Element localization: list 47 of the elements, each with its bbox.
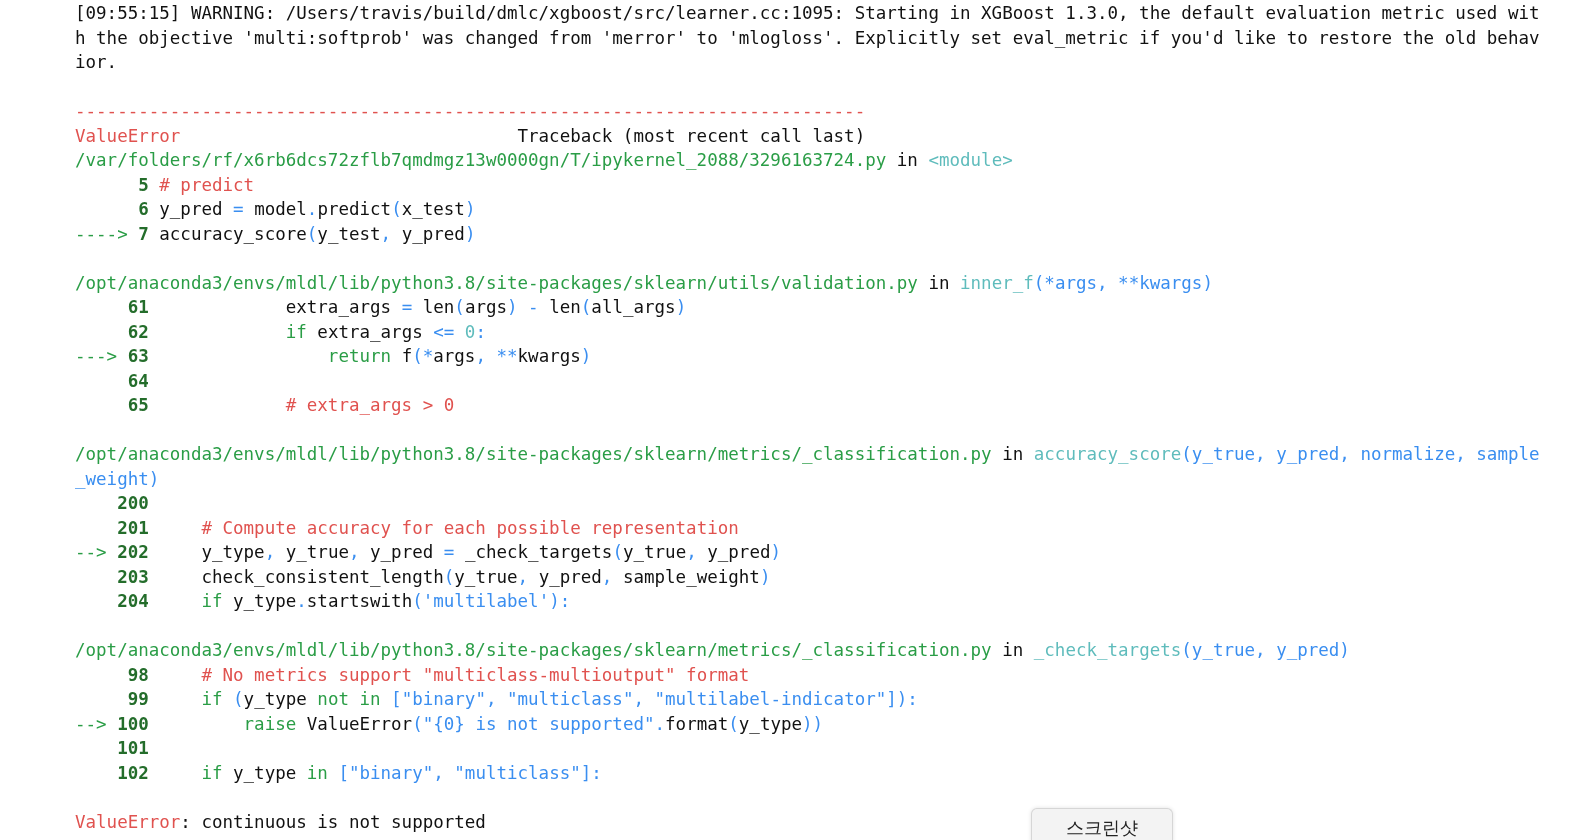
arrow-marker: --> — [75, 542, 107, 562]
line-number: 99 — [127, 689, 149, 709]
code-line: if (y_type not in ["binary", "multiclass", "multilabel-indicator"]): — [200, 689, 918, 709]
arrow-marker: ---> — [75, 346, 118, 366]
error-message: ValueError: continuous is not supported — [75, 810, 486, 834]
code-line: y_type, y_true, y_pred = _check_targets(y_true, y_pred) — [200, 542, 782, 562]
frame-header: /opt/anaconda3/envs/mldl/lib/python3.8/site-packages/sklearn/metrics/_classification.py in accuracy_score(y_true, y_pred, normalize, sample_weight) — [75, 443, 1541, 491]
screenshot-button[interactable]: 스크린샷 — [1031, 808, 1173, 840]
line-number: 65 — [127, 395, 149, 415]
arrow-marker: ----> — [75, 223, 128, 244]
line-number: 62 — [127, 321, 149, 342]
arrow-marker: --> — [75, 713, 107, 734]
code-line: # No metrics support "multiclass-multioutput" format — [200, 664, 750, 685]
line-number: 61 — [127, 297, 149, 317]
code-line: if extra_args <= 0: — [284, 321, 486, 342]
line-number: 64 — [127, 370, 149, 391]
frame-header: /opt/anaconda3/envs/mldl/lib/python3.8/site-packages/sklearn/metrics/_classification.py in _check_targets(y_true, y_pred) — [75, 639, 1351, 662]
line-number: 201 — [117, 517, 149, 538]
code-line: raise ValueError("{0} is not supported".format(y_type)) — [242, 713, 824, 734]
line-number: 6 — [138, 199, 149, 219]
code-line: extra_args = len(args) - len(all_args) — [284, 297, 687, 317]
code-line: # Compute accuracy for each possible representation — [200, 517, 739, 538]
code-line: return f(*args, **kwargs) — [326, 346, 592, 366]
code-line: y_pred = model.predict(x_test) — [159, 199, 476, 219]
warning-text: [09:55:15] WARNING: /Users/travis/build/dmlc/xgboost/src/learner.cc:1095: Starting in XGBoost 1.3.0, the default evaluation metric used with the objective 'multi:softprob' was changed from 'merror' to 'mlogloss'. Explicitly set eval_metric if you'd like to restore the old behavior. — [75, 2, 1541, 74]
code-line: # extra_args > 0 — [284, 395, 455, 415]
line-number: 200 — [117, 493, 149, 513]
line-number: 204 — [117, 591, 149, 611]
code-line: # predict — [159, 174, 255, 195]
line-number: 63 — [127, 346, 149, 366]
line-number: 5 — [138, 174, 149, 195]
line-number: 101 — [117, 738, 149, 758]
line-number: 98 — [127, 664, 149, 685]
traceback-title: Traceback (most recent call last) — [517, 124, 866, 148]
line-number: 202 — [117, 542, 149, 562]
code-line: if y_type in ["binary", "multiclass"]: — [200, 762, 602, 783]
code-line: if y_type.startswith('multilabel'): — [200, 591, 571, 611]
separator-text: --------------------------------------------------------------------------- — [75, 100, 866, 123]
line-number: 102 — [117, 762, 149, 783]
frame-header: /var/folders/rf/x6rb6dcs72zflb7qmdmgz13w0000gn/T/ipykernel_2088/3296163724.py in <module> — [75, 149, 1014, 172]
code-line: check_consistent_length(y_true, y_pred, sample_weight) — [200, 566, 771, 587]
line-number: 203 — [117, 566, 149, 587]
line-number: 7 — [138, 223, 149, 244]
code-line: accuracy_score(y_test, y_pred) — [159, 223, 476, 244]
line-number: 100 — [117, 713, 149, 734]
frame-header: /opt/anaconda3/envs/mldl/lib/python3.8/site-packages/sklearn/utils/validation.py in inner_f(*args, **kwargs) — [75, 271, 1214, 295]
error-type: ValueError — [75, 124, 181, 148]
